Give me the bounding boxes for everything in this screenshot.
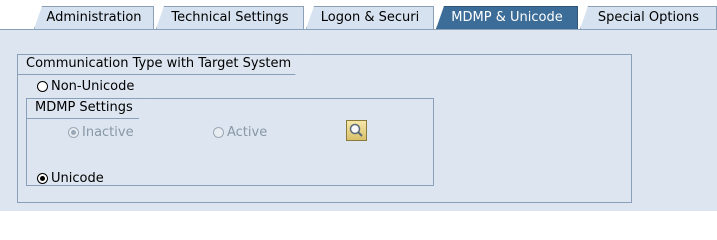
mdmp-inactive-option[interactable]: Inactive — [68, 123, 134, 141]
unicode-option[interactable]: Unicode — [37, 169, 104, 187]
search-icon — [349, 123, 363, 137]
non-unicode-label: Non-Unicode — [51, 78, 135, 94]
communication-type-group-title: Communication Type with Target System — [18, 54, 307, 75]
unicode-label: Unicode — [51, 170, 104, 186]
mdmp-active-label: Active — [227, 124, 268, 140]
tab-strip: Administration Technical Settings Logon … — [0, 0, 717, 30]
tab-technical-settings[interactable]: Technical Settings — [156, 6, 304, 29]
tab-mdmp-unicode[interactable]: MDMP & Unicode — [436, 6, 578, 29]
mdmp-inactive-radio[interactable] — [68, 126, 79, 138]
mdmp-inactive-label: Inactive — [82, 124, 134, 140]
tab-content-panel: Communication Type with Target System No… — [0, 29, 717, 211]
non-unicode-radio[interactable] — [37, 80, 48, 92]
tab-special-options[interactable]: Special Options — [580, 6, 717, 29]
tab-logon-security[interactable]: Logon & Securi — [306, 6, 434, 29]
mdmp-settings-title: MDMP Settings — [27, 98, 151, 119]
mdmp-active-radio[interactable] — [213, 126, 224, 138]
mdmp-active-option[interactable]: Active — [213, 123, 267, 141]
mdmp-details-button[interactable] — [346, 120, 367, 141]
tab-administration[interactable]: Administration — [34, 6, 154, 29]
non-unicode-option[interactable]: Non-Unicode — [37, 77, 134, 95]
unicode-radio[interactable] — [37, 172, 48, 184]
